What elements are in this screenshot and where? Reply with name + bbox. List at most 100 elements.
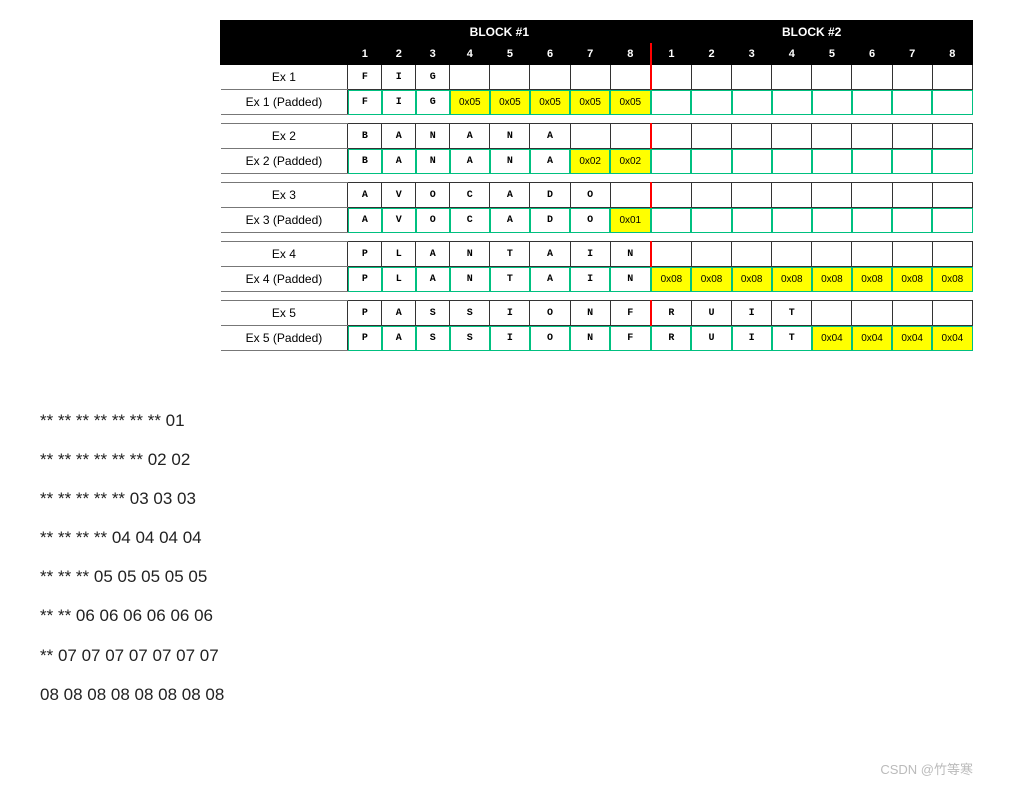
row-label: Ex 4 (Padded): [221, 267, 348, 292]
data-cell: [450, 65, 490, 90]
data-cell: 0x05: [450, 90, 490, 115]
header-col: 4: [772, 44, 812, 65]
data-cell: [892, 124, 932, 149]
data-cell: N: [610, 242, 651, 267]
data-cell: [691, 208, 731, 233]
data-cell: [852, 208, 892, 233]
data-cell: [570, 124, 610, 149]
row-label: Ex 2: [221, 124, 348, 149]
data-cell: [852, 90, 892, 115]
data-cell: [691, 242, 731, 267]
data-cell: O: [416, 208, 450, 233]
data-cell: F: [610, 301, 651, 326]
data-cell: [812, 90, 852, 115]
data-cell: [651, 208, 692, 233]
data-cell: [892, 183, 932, 208]
padding-table: BLOCK #1BLOCK #21234567812345678Ex 1FIGE…: [220, 20, 973, 351]
data-cell: A: [530, 149, 570, 174]
header-empty: [221, 21, 348, 44]
data-cell: L: [382, 242, 416, 267]
data-cell: [812, 208, 852, 233]
data-cell: 0x01: [610, 208, 651, 233]
data-cell: O: [530, 301, 570, 326]
data-cell: A: [450, 149, 490, 174]
data-cell: 0x08: [812, 267, 852, 292]
data-cell: [651, 242, 692, 267]
data-cell: [610, 65, 651, 90]
data-cell: [490, 65, 530, 90]
data-cell: 0x08: [932, 267, 972, 292]
row-label: Ex 3 (Padded): [221, 208, 348, 233]
header-col: 8: [932, 44, 972, 65]
data-cell: I: [570, 267, 610, 292]
data-cell: [892, 208, 932, 233]
data-cell: [812, 65, 852, 90]
data-cell: N: [416, 124, 450, 149]
data-cell: [932, 124, 972, 149]
data-cell: F: [610, 326, 651, 351]
data-cell: [812, 183, 852, 208]
data-cell: I: [570, 242, 610, 267]
data-cell: [932, 301, 972, 326]
data-cell: O: [570, 208, 610, 233]
data-cell: R: [651, 326, 692, 351]
data-cell: [651, 65, 692, 90]
data-cell: D: [530, 208, 570, 233]
pattern-line: ** ** ** ** 04 04 04 04: [40, 518, 973, 557]
data-cell: S: [450, 326, 490, 351]
data-cell: [772, 242, 812, 267]
row-label: Ex 1 (Padded): [221, 90, 348, 115]
data-cell: B: [348, 124, 382, 149]
data-cell: 0x08: [691, 267, 731, 292]
data-cell: [892, 90, 932, 115]
data-cell: [651, 149, 692, 174]
data-cell: [892, 65, 932, 90]
data-cell: I: [490, 326, 530, 351]
data-cell: C: [450, 183, 490, 208]
header-col: 7: [570, 44, 610, 65]
row-label: Ex 4: [221, 242, 348, 267]
data-cell: 0x05: [570, 90, 610, 115]
watermark: CSDN @竹等寒: [880, 759, 973, 778]
data-cell: [691, 65, 731, 90]
data-cell: [651, 183, 692, 208]
data-cell: [812, 124, 852, 149]
data-cell: [691, 149, 731, 174]
data-cell: [932, 208, 972, 233]
data-cell: P: [348, 301, 382, 326]
data-cell: N: [490, 149, 530, 174]
data-cell: I: [490, 301, 530, 326]
data-cell: [852, 242, 892, 267]
pattern-line: ** 07 07 07 07 07 07 07: [40, 636, 973, 675]
data-cell: B: [348, 149, 382, 174]
data-cell: I: [732, 326, 772, 351]
data-cell: O: [570, 183, 610, 208]
data-cell: I: [382, 65, 416, 90]
header-block1: BLOCK #1: [348, 21, 651, 44]
row-label: Ex 5 (Padded): [221, 326, 348, 351]
data-cell: [772, 90, 812, 115]
data-cell: [812, 149, 852, 174]
data-cell: [852, 183, 892, 208]
data-cell: I: [732, 301, 772, 326]
header-col: 5: [490, 44, 530, 65]
data-cell: 0x08: [651, 267, 692, 292]
data-cell: V: [382, 183, 416, 208]
data-cell: A: [382, 124, 416, 149]
data-cell: [651, 124, 692, 149]
data-cell: A: [490, 183, 530, 208]
data-cell: U: [691, 301, 731, 326]
data-cell: N: [416, 149, 450, 174]
data-cell: L: [382, 267, 416, 292]
data-cell: [852, 301, 892, 326]
data-cell: A: [382, 326, 416, 351]
data-cell: [691, 183, 731, 208]
data-cell: N: [450, 267, 490, 292]
data-cell: N: [570, 301, 610, 326]
data-cell: P: [348, 326, 382, 351]
data-cell: [892, 149, 932, 174]
row-label: Ex 2 (Padded): [221, 149, 348, 174]
data-cell: C: [450, 208, 490, 233]
data-cell: O: [416, 183, 450, 208]
header-col: 3: [732, 44, 772, 65]
